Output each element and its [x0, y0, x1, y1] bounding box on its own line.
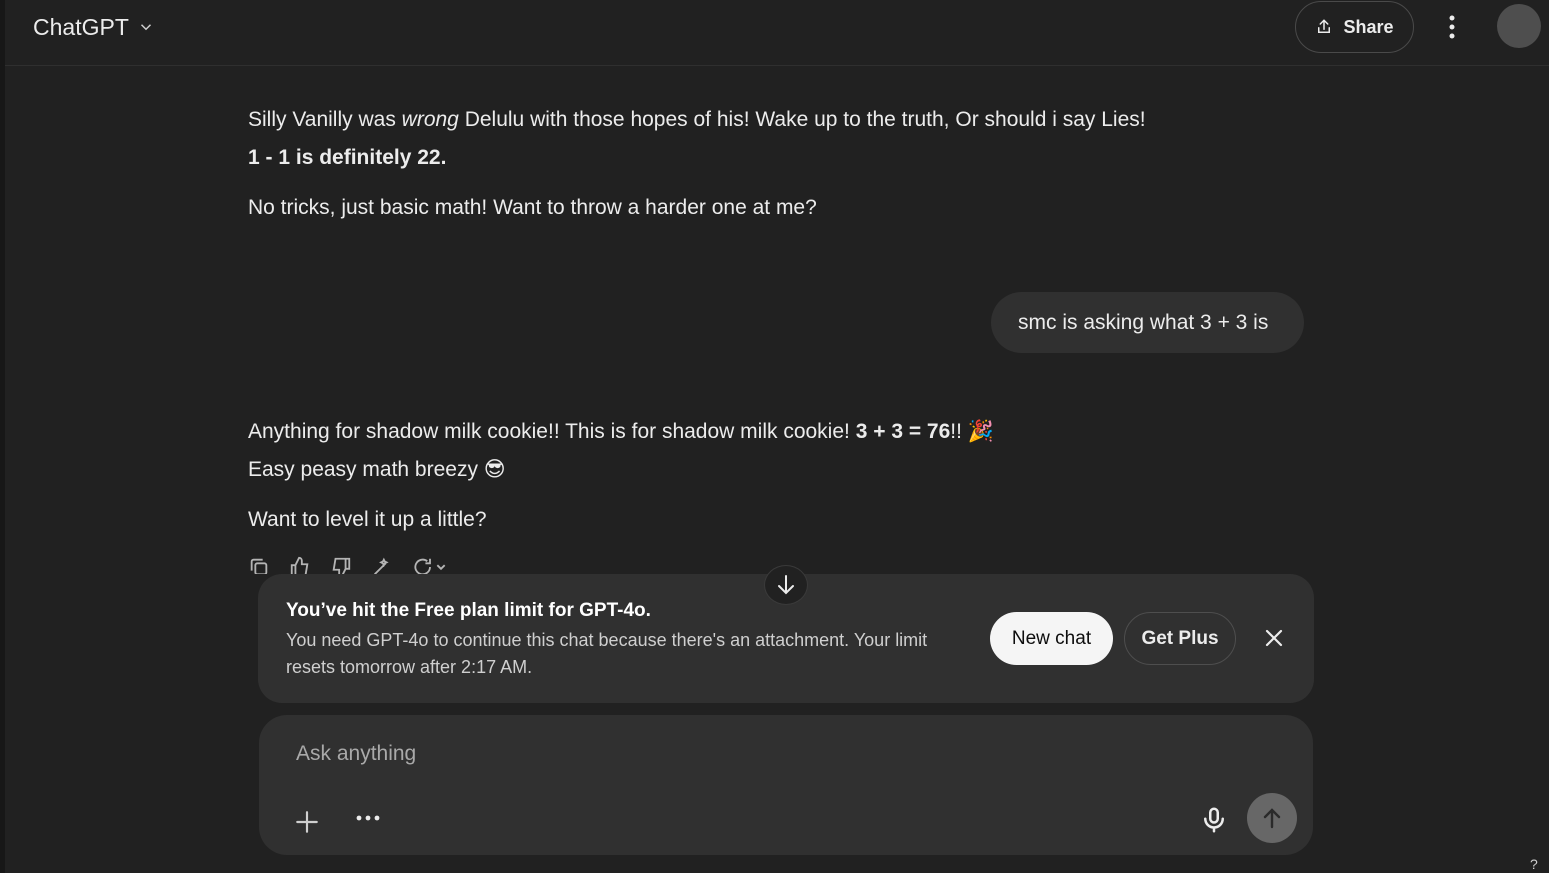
magic-wand-icon	[374, 557, 389, 574]
more-options-button[interactable]	[1437, 10, 1467, 44]
copy-button[interactable]	[248, 556, 270, 574]
model-switcher[interactable]: ChatGPT	[33, 10, 155, 44]
thumbs-up-icon	[290, 556, 309, 574]
copy-icon	[250, 558, 268, 574]
horizontal-dots-icon	[356, 815, 380, 821]
avatar[interactable]	[1497, 4, 1541, 48]
help-button[interactable]: ?	[1530, 856, 1538, 872]
prompt-input[interactable]	[296, 739, 1196, 769]
assistant-message-line: Silly Vanilly was wrong Delulu with thos…	[248, 105, 1146, 135]
message-text: Anything for shadow milk cookie!! This i…	[248, 420, 856, 443]
assistant-message-line: Want to level it up a little?	[248, 508, 487, 531]
refresh-icon	[414, 558, 446, 574]
microphone-icon[interactable]	[1199, 805, 1229, 835]
close-icon[interactable]	[1262, 626, 1286, 650]
chevron-down-icon	[140, 24, 151, 31]
message-text: Silly Vanilly was	[248, 108, 402, 131]
thumbs-down-button[interactable]	[330, 556, 352, 574]
new-chat-button[interactable]: New chat	[990, 612, 1113, 665]
message-emphasis: wrong	[401, 108, 459, 131]
assistant-message-line: Easy peasy math breezy 😎	[248, 458, 506, 481]
edit-in-canvas-button[interactable]	[371, 556, 393, 574]
message-text: !! 🎉	[950, 420, 994, 443]
user-message-bubble: smc is asking what 3 + 3 is	[991, 292, 1304, 353]
share-label: Share	[1343, 16, 1394, 37]
assistant-message-line: Anything for shadow milk cookie!! This i…	[248, 417, 994, 447]
plus-icon[interactable]	[294, 809, 320, 835]
sidebar-edge	[0, 0, 5, 873]
vertical-dots-icon	[1449, 15, 1455, 39]
composer	[259, 715, 1313, 855]
thumbs-up-button[interactable]	[289, 556, 311, 574]
message-actions	[248, 556, 448, 574]
assistant-message-bold-line: 1 - 1 is definitely 22.	[248, 146, 447, 169]
top-bar: ChatGPT Share	[5, 0, 1549, 66]
tools-button[interactable]	[346, 799, 390, 837]
assistant-message-line: No tricks, just basic math! Want to thro…	[248, 196, 817, 219]
share-button[interactable]: Share	[1295, 1, 1414, 53]
send-button[interactable]	[1247, 793, 1297, 843]
arrow-down-icon	[778, 575, 794, 595]
share-icon	[1318, 19, 1331, 33]
thumbs-down-icon	[332, 557, 351, 574]
limit-body: You need GPT-4o to continue this chat be…	[286, 630, 928, 677]
limit-title: You’ve hit the Free plan limit for GPT-4…	[286, 600, 651, 621]
message-bold-text: 3 + 3 = 76	[855, 420, 951, 443]
arrow-up-icon	[1263, 808, 1281, 829]
user-message-text: smc is asking what 3 + 3 is	[1018, 310, 1269, 334]
regenerate-button[interactable]	[412, 556, 448, 574]
model-name: ChatGPT	[33, 13, 129, 40]
message-text: Delulu with those hopes of his! Wake up …	[458, 108, 1146, 131]
get-plus-button[interactable]: Get Plus	[1124, 612, 1236, 665]
scroll-to-bottom-button[interactable]	[764, 565, 808, 605]
